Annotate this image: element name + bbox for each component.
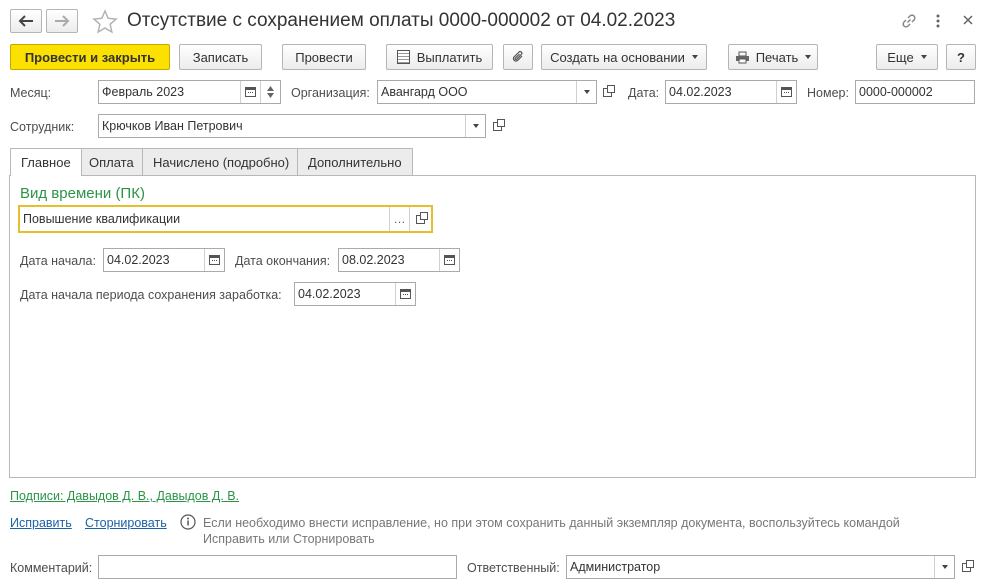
- open-form-icon: [492, 118, 505, 131]
- window-title: Отсутствие с сохранением оплаты 0000-000…: [127, 10, 676, 31]
- responsible-value: Администратор: [570, 560, 661, 574]
- end-date-value: 08.02.2023: [342, 253, 405, 267]
- post-button[interactable]: Провести: [282, 44, 366, 70]
- month-stepper[interactable]: [260, 81, 280, 103]
- open-form-icon: [961, 559, 974, 572]
- close-icon[interactable]: [962, 14, 974, 26]
- reverse-link[interactable]: Сторнировать: [85, 516, 167, 530]
- start-date-field[interactable]: 04.02.2023: [103, 248, 225, 272]
- pay-button-label: Выплатить: [416, 49, 483, 65]
- calendar-icon: [400, 289, 411, 299]
- end-date-label: Дата окончания:: [235, 254, 331, 268]
- number-value: 0000-000002: [859, 85, 933, 99]
- period-start-value: 04.02.2023: [298, 287, 361, 301]
- employee-label: Сотрудник:: [10, 120, 75, 134]
- more-button-label: Еще: [887, 49, 914, 65]
- create-based-on-button[interactable]: Создать на основании: [541, 44, 707, 70]
- employee-value: Крючков Иван Петрович: [102, 119, 243, 133]
- hint-text-line1: Если необходимо внести исправление, но п…: [203, 516, 900, 530]
- create-based-on-label: Создать на основании: [550, 49, 685, 65]
- calendar-icon: [781, 87, 792, 97]
- time-kind-value: Повышение квалификации: [23, 212, 181, 226]
- favorite-star-icon[interactable]: [92, 9, 118, 35]
- employee-open-button[interactable]: [487, 114, 507, 138]
- fix-link[interactable]: Исправить: [10, 516, 72, 530]
- chevron-down-icon: [267, 93, 274, 98]
- responsible-field[interactable]: Администратор: [566, 555, 955, 579]
- end-date-field[interactable]: 08.02.2023: [338, 248, 460, 272]
- start-date-value: 04.02.2023: [107, 253, 170, 267]
- printer-icon: [735, 51, 749, 63]
- number-label: Номер:: [807, 86, 849, 100]
- chevron-down-icon: [941, 565, 948, 569]
- organization-open-button[interactable]: [597, 80, 617, 104]
- date-calendar-button[interactable]: [776, 81, 796, 103]
- calendar-icon: [245, 87, 256, 97]
- hint-text-line2: Исправить или Сторнировать: [203, 532, 375, 546]
- print-button[interactable]: Печать: [728, 44, 818, 70]
- date-field[interactable]: 04.02.2023: [665, 80, 797, 104]
- period-start-field[interactable]: 04.02.2023: [294, 282, 416, 306]
- time-kind-field[interactable]: Повышение квалификации …: [18, 205, 433, 233]
- paperclip-icon: [512, 50, 523, 62]
- month-field[interactable]: Февраль 2023: [98, 80, 281, 104]
- organization-field[interactable]: Авангард ООО: [377, 80, 597, 104]
- print-button-label: Печать: [755, 49, 799, 65]
- payment-document-icon: [396, 50, 410, 64]
- month-value: Февраль 2023: [102, 85, 185, 99]
- period-start-calendar-button[interactable]: [395, 283, 415, 305]
- link-icon[interactable]: [900, 12, 918, 30]
- responsible-label: Ответственный:: [467, 561, 560, 575]
- info-icon: [180, 514, 196, 530]
- month-calendar-button[interactable]: [240, 81, 260, 103]
- date-label: Дата:: [628, 86, 660, 100]
- responsible-dropdown-button[interactable]: [934, 556, 954, 578]
- calendar-icon: [209, 255, 220, 265]
- number-field[interactable]: 0000-000002: [855, 80, 975, 104]
- organization-label: Организация:: [291, 86, 370, 100]
- save-button[interactable]: Записать: [179, 44, 262, 70]
- date-value: 04.02.2023: [669, 85, 732, 99]
- tab-main[interactable]: Главное: [10, 148, 82, 176]
- calendar-icon: [444, 255, 455, 265]
- post-and-close-button[interactable]: Провести и закрыть: [10, 44, 170, 70]
- organization-value: Авангард ООО: [381, 85, 468, 99]
- employee-field[interactable]: Крючков Иван Петрович: [98, 114, 486, 138]
- start-date-calendar-button[interactable]: [204, 249, 224, 271]
- comment-label: Комментарий:: [10, 561, 93, 575]
- chevron-up-icon: [267, 86, 274, 91]
- end-date-calendar-button[interactable]: [439, 249, 459, 271]
- tab-accrued-details[interactable]: Начислено (подробно): [142, 148, 301, 175]
- chevron-down-icon: [805, 55, 812, 59]
- chevron-down-icon: [583, 90, 590, 94]
- forward-button[interactable]: [46, 9, 78, 33]
- tab-additional[interactable]: Дополнительно: [297, 148, 413, 175]
- organization-dropdown-button[interactable]: [576, 81, 596, 103]
- more-vertical-icon[interactable]: [933, 13, 943, 29]
- chevron-down-icon: [920, 55, 927, 59]
- signatures-link[interactable]: Подписи: Давыдов Д. В., Давыдов Д. В.: [10, 489, 239, 503]
- pay-button[interactable]: Выплатить: [386, 44, 493, 70]
- time-kind-title: Вид времени (ПК): [20, 185, 145, 202]
- time-kind-select-button[interactable]: …: [389, 207, 409, 231]
- chevron-down-icon: [691, 55, 698, 59]
- back-button[interactable]: [10, 9, 42, 33]
- employee-dropdown-button[interactable]: [465, 115, 485, 137]
- arrow-left-icon: [18, 15, 33, 27]
- period-start-label: Дата начала периода сохранения заработка…: [20, 288, 282, 302]
- tab-payment[interactable]: Оплата: [78, 148, 145, 175]
- open-form-icon: [416, 211, 428, 224]
- attach-button[interactable]: [503, 44, 533, 70]
- start-date-label: Дата начала:: [20, 254, 96, 268]
- chevron-down-icon: [472, 124, 479, 128]
- responsible-open-button[interactable]: [956, 555, 976, 579]
- comment-field[interactable]: [98, 555, 457, 579]
- more-button[interactable]: Еще: [876, 44, 938, 70]
- time-kind-open-button[interactable]: [409, 207, 431, 231]
- open-form-icon: [602, 84, 615, 97]
- help-button[interactable]: ?: [946, 44, 976, 70]
- arrow-right-icon: [55, 15, 70, 27]
- month-label: Месяц:: [10, 86, 52, 100]
